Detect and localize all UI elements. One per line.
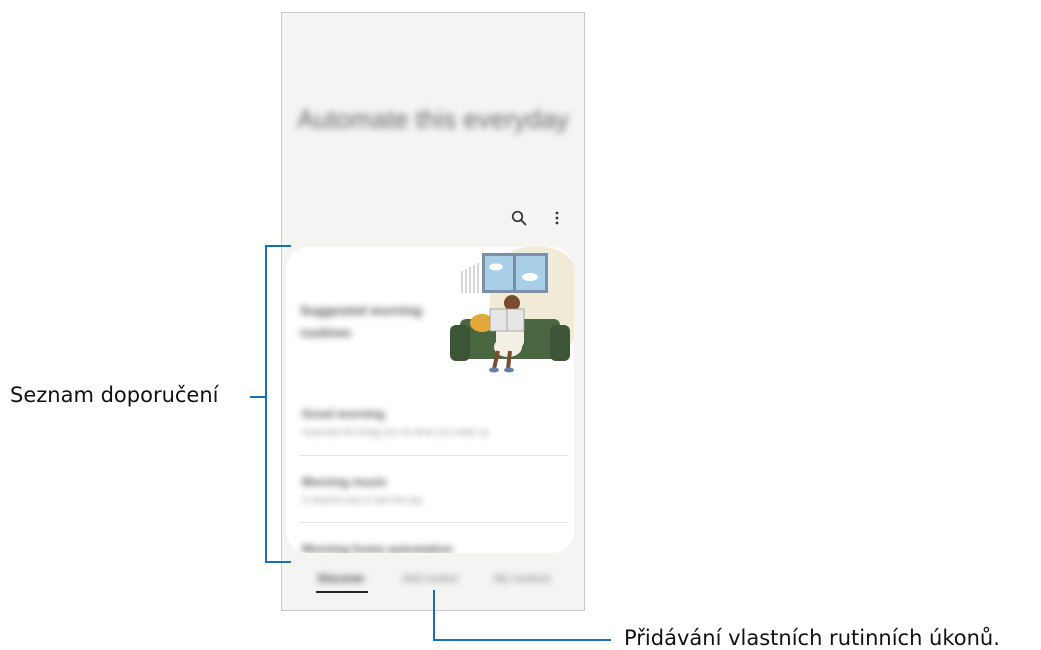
suggestion-card: Suggested morning routines Good morning … [286,247,574,553]
suggestion-item[interactable]: Morning home automation [302,542,566,553]
suggestion-title: Suggested morning routines [300,303,423,340]
toolbar [510,209,566,227]
callout-add-routine-horizontal [433,639,611,641]
suggestion-item[interactable]: Good morning Automate the things you do … [302,407,566,437]
item-title: Morning music [302,475,388,489]
annotation-recommendations: Seznam doporučení [10,383,219,407]
tab-selected-indicator [316,591,368,593]
divider [300,455,568,456]
callout-add-routine-vertical [433,590,435,641]
callout-bracket-top [265,245,291,247]
phone-screen: Automate this everyday Suggested morning… [281,12,585,611]
callout-connector [250,396,265,398]
more-options-icon[interactable] [548,209,566,227]
tab-my-routines[interactable]: My routines [494,573,551,585]
tab-discover[interactable]: Discover [318,573,364,585]
callout-bracket-vertical [265,245,267,563]
annotation-add-routine: Přidávání vlastních rutinních úkonů. [624,626,1000,650]
item-title: Good morning [302,407,385,421]
tab-add-routine[interactable]: Add routine [402,573,458,585]
item-subtitle: Automate the things you do when you wake… [302,427,489,437]
hero-title: Automate this everyday [297,104,569,134]
morning-reading-illustration [450,247,574,373]
divider [300,522,568,523]
item-subtitle: A cheerful way to start the day [302,495,423,505]
suggestion-item[interactable]: Morning music A cheerful way to start th… [302,475,566,505]
callout-bracket-bottom [265,561,291,563]
item-title: Morning home automation [302,542,453,553]
search-icon[interactable] [510,209,528,227]
